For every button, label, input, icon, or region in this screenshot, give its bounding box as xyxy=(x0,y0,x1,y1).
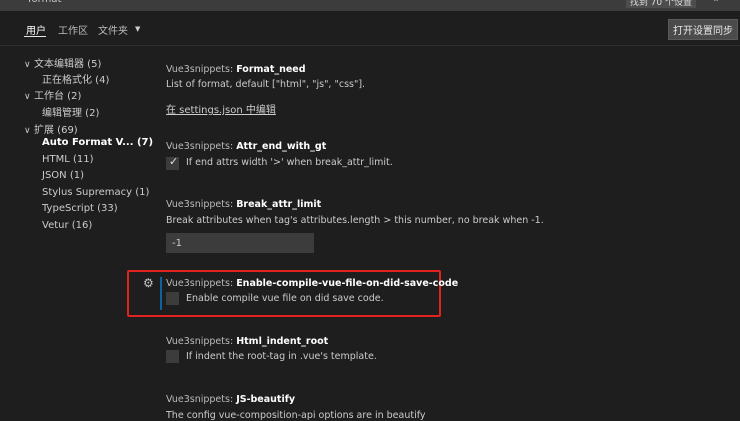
setting-description: The config vue-composition-api options a… xyxy=(166,410,426,421)
edit-in-settings-json-link[interactable]: 在 settings.json 中编辑 xyxy=(166,101,276,116)
tree-item-extensions[interactable]: ∨ 扩展 (69) xyxy=(24,121,78,136)
setting-description: List of format, default ["html", "js", "… xyxy=(166,79,366,90)
setting-title-format-need: Vue3snippets: Format_need xyxy=(166,64,306,75)
clear-filter-icon[interactable]: ⇥ xyxy=(710,0,718,5)
tree-item-text-editor[interactable]: ∨ 文本编辑器 (5) xyxy=(24,55,101,70)
setting-title-html-indent-root: Vue3snippets: Html_indent_root xyxy=(166,336,329,347)
setting-title-js-beautify: Vue3snippets: JS-beautify xyxy=(166,394,296,405)
checkbox-label: Enable compile vue file on did save code… xyxy=(186,293,384,304)
tab-folder[interactable]: 文件夹 xyxy=(98,22,128,37)
chevron-down-icon: ∨ xyxy=(24,60,31,70)
tree-item-typescript[interactable]: TypeScript (33) xyxy=(42,203,118,214)
focus-indicator xyxy=(160,277,162,310)
result-count-badge: 找到 70 个设置 xyxy=(625,0,696,8)
enable-compile-vue-checkbox[interactable] xyxy=(166,292,179,305)
header-divider xyxy=(0,45,740,46)
checkmark-icon: ✓ xyxy=(169,155,179,168)
html-indent-root-checkbox[interactable] xyxy=(166,350,179,363)
tree-item-formatting[interactable]: 正在格式化 (4) xyxy=(42,71,109,86)
setting-description: Break attributes when tag's attributes.l… xyxy=(166,215,544,226)
tab-workspace[interactable]: 工作区 xyxy=(58,22,88,37)
tree-item-vetur[interactable]: Vetur (16) xyxy=(42,220,92,231)
search-input[interactable]: format xyxy=(28,0,61,5)
break-attr-limit-input[interactable] xyxy=(166,233,314,253)
checkbox-label: If end attrs width '>' when break_attr_l… xyxy=(186,157,393,168)
checkbox-label: If indent the root-tag in .vue's templat… xyxy=(186,351,377,362)
tree-item-html[interactable]: HTML (11) xyxy=(42,154,94,165)
tree-item-json[interactable]: JSON (1) xyxy=(42,170,84,181)
open-settings-sync-button[interactable]: 打开设置同步 xyxy=(668,19,738,40)
tree-item-auto-format[interactable]: Auto Format V... (7) xyxy=(42,137,153,148)
chevron-down-icon: ∨ xyxy=(24,92,31,102)
attr-end-with-gt-checkbox[interactable]: ✓ xyxy=(166,155,179,170)
tree-item-workbench[interactable]: ∨ 工作台 (2) xyxy=(24,87,81,102)
tree-item-editor-management[interactable]: 编辑管理 (2) xyxy=(42,104,99,119)
setting-title-break-attr-limit: Vue3snippets: Break_attr_limit xyxy=(166,199,322,210)
setting-title-attr-end-with-gt: Vue3snippets: Attr_end_with_gt xyxy=(166,141,327,152)
gear-icon[interactable]: ⚙ xyxy=(143,276,154,290)
chevron-down-icon[interactable]: ▼ xyxy=(135,25,140,33)
active-tab-indicator xyxy=(24,36,46,37)
chevron-down-icon: ∨ xyxy=(24,126,31,136)
tree-item-stylus-supremacy[interactable]: Stylus Supremacy (1) xyxy=(42,187,149,198)
setting-title-enable-compile-vue: Vue3snippets: Enable-compile-vue-file-on… xyxy=(166,278,459,289)
tab-user[interactable]: 用户 xyxy=(26,22,46,37)
search-bar: format 找到 70 个设置 ⇥ xyxy=(0,0,740,11)
